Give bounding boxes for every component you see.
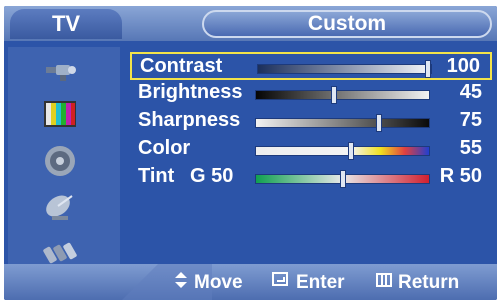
enter-label: Enter bbox=[296, 272, 345, 293]
contrast-slider[interactable] bbox=[257, 60, 432, 78]
sharpness-value: 75 bbox=[459, 109, 482, 131]
contrast-label: Contrast bbox=[140, 55, 223, 77]
brightness-slider[interactable] bbox=[255, 86, 430, 104]
brightness-label: Brightness bbox=[138, 81, 243, 103]
sharpness-slider-thumb[interactable] bbox=[376, 114, 383, 132]
color-slider-thumb[interactable] bbox=[347, 142, 354, 160]
tv-menu-screen: TV Custom Contrast 100 Brightness 45 Sha… bbox=[4, 6, 497, 300]
color-value: 55 bbox=[459, 137, 482, 159]
menu-title: Custom bbox=[202, 10, 492, 38]
sidebar bbox=[8, 47, 120, 275]
tint-slider-thumb[interactable] bbox=[339, 170, 346, 188]
color-slider[interactable] bbox=[255, 142, 430, 160]
up-down-arrows-icon bbox=[174, 272, 188, 294]
tint-row[interactable]: Tint G 50 R 50 bbox=[130, 164, 492, 192]
contrast-value: 100 bbox=[446, 55, 480, 77]
contrast-slider-thumb[interactable] bbox=[425, 60, 431, 78]
tv-tab[interactable]: TV bbox=[10, 9, 122, 39]
brightness-value: 45 bbox=[459, 81, 482, 103]
color-bars-icon[interactable] bbox=[40, 97, 80, 133]
satellite-icon[interactable] bbox=[40, 189, 80, 225]
tint-label: Tint bbox=[138, 165, 175, 187]
tint-green-value: G 50 bbox=[190, 165, 234, 187]
menu-icon bbox=[376, 272, 392, 294]
brightness-slider-thumb[interactable] bbox=[331, 86, 338, 104]
antenna-icon[interactable] bbox=[40, 53, 80, 89]
sharpness-label: Sharpness bbox=[138, 109, 241, 131]
sharpness-row[interactable]: Sharpness 75 bbox=[130, 108, 492, 136]
contrast-row[interactable]: Contrast 100 bbox=[130, 52, 492, 80]
move-label: Move bbox=[194, 272, 243, 293]
tint-red-value: R 50 bbox=[439, 165, 482, 187]
bottom-bar: Move Enter Return bbox=[4, 264, 497, 300]
color-label: Color bbox=[138, 137, 191, 159]
brightness-row[interactable]: Brightness 45 bbox=[130, 80, 492, 108]
speaker-icon[interactable] bbox=[40, 143, 80, 179]
return-label: Return bbox=[398, 272, 460, 293]
move-hint: Move bbox=[174, 272, 243, 294]
tint-slider[interactable] bbox=[255, 170, 430, 188]
enter-hint: Enter bbox=[272, 272, 345, 294]
enter-icon bbox=[272, 272, 290, 294]
return-hint: Return bbox=[376, 272, 459, 294]
sharpness-slider[interactable] bbox=[255, 114, 430, 132]
color-row[interactable]: Color 55 bbox=[130, 136, 492, 164]
